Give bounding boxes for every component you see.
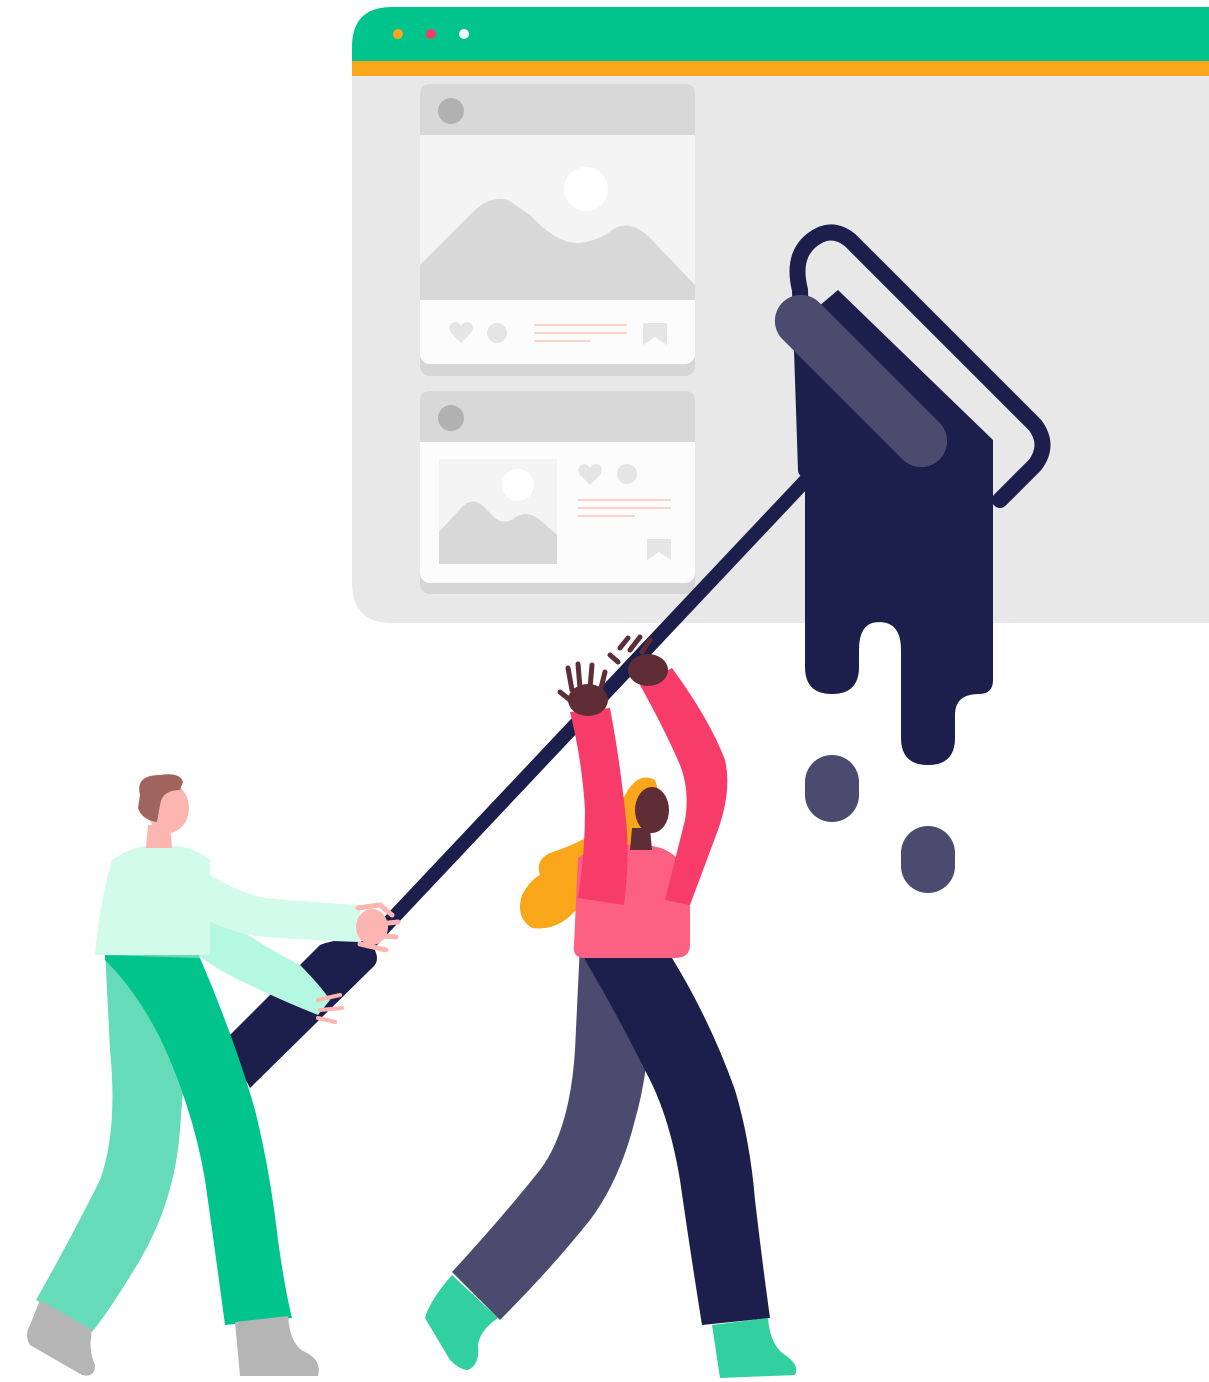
window-dot-white <box>459 29 469 39</box>
image-placeholder-icon <box>439 459 557 564</box>
paint-drop-2 <box>901 826 955 893</box>
head <box>635 787 669 833</box>
post-card-2 <box>420 391 695 594</box>
person-right <box>425 634 797 1378</box>
window-dot-yellow <box>393 29 403 39</box>
hand-front-palm <box>356 909 388 945</box>
comment-icon <box>617 464 637 484</box>
window-dot-pink <box>426 29 436 39</box>
person-left <box>27 774 401 1376</box>
browser-accent-bar <box>352 61 1209 76</box>
avatar-icon <box>438 98 464 124</box>
paint-drop-1 <box>805 755 859 822</box>
image-placeholder-icon <box>420 135 695 300</box>
hand-left-palm <box>568 684 608 716</box>
hand-right-palm <box>628 654 668 686</box>
shoe-right <box>235 1316 319 1376</box>
browser-titlebar <box>352 7 1209 62</box>
avatar-icon <box>438 405 464 431</box>
shoe-right <box>712 1318 797 1378</box>
paint-roller-illustration <box>27 7 1209 1378</box>
post-card-1 <box>420 84 695 376</box>
comment-icon <box>487 323 507 343</box>
